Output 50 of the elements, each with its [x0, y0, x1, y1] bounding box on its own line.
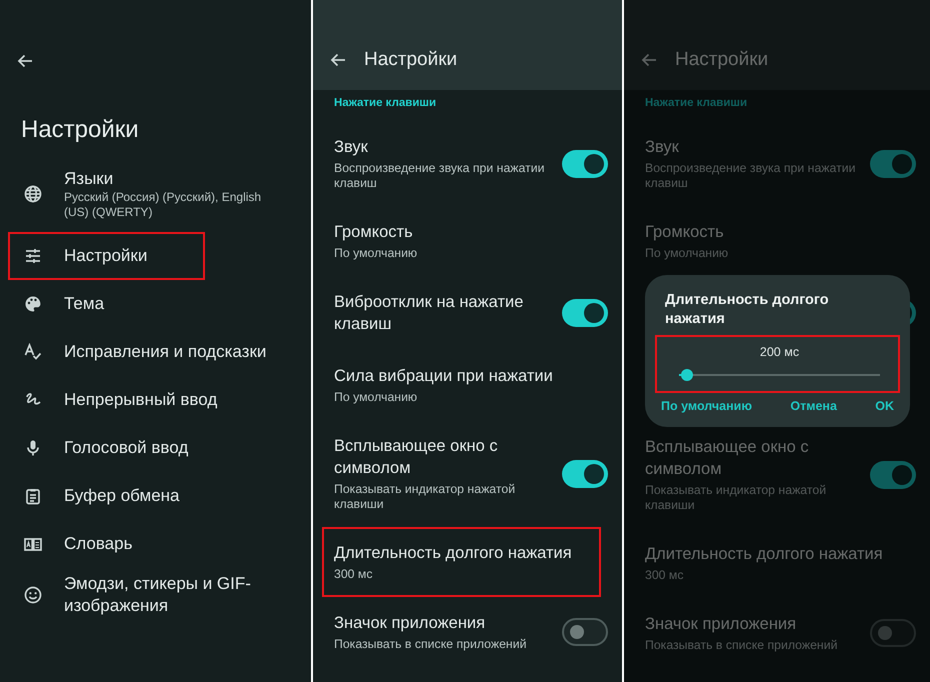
dialog-button[interactable]: По умолчанию	[659, 397, 754, 415]
palette-icon	[24, 295, 42, 313]
dialog-title: Длительность долгого нажатия	[665, 291, 830, 329]
menu-item[interactable]: Словарь	[8, 520, 297, 568]
menu-item[interactable]: Буфер обмена	[8, 472, 297, 520]
preference-item[interactable]: Значок приложения Показывать в списке приложений	[322, 597, 610, 667]
menu-item[interactable]: Языки Русский (Россия) (Русский), English (US) (QWERTY)	[8, 156, 297, 232]
preference-item[interactable]: Громкость По умолчанию	[633, 206, 918, 276]
menu-item[interactable]: Настройки	[8, 232, 205, 280]
dialog-button[interactable]: OK	[873, 397, 896, 415]
screen-title: Настройки	[364, 49, 458, 71]
preference-item[interactable]: Всплывающее окно с символом Показывать индикатор нажатой клавиши	[633, 421, 918, 528]
preference-item[interactable]: Длительность долгого нажатия 300 мс	[322, 527, 601, 597]
menu-item[interactable]: Эмодзи, стикеры и GIF-изображения	[8, 568, 297, 622]
toggle-switch[interactable]	[562, 618, 608, 646]
menu-item[interactable]: Непрерывный ввод	[8, 376, 297, 424]
section-header: Нажатие клавиши	[334, 97, 438, 109]
dialog-button[interactable]: Отмена	[788, 397, 839, 415]
menu-item[interactable]: Голосовой ввод	[8, 424, 297, 472]
spellcheck-icon	[24, 343, 42, 361]
toggle-switch[interactable]	[870, 150, 916, 178]
menu-item[interactable]: Тема	[8, 280, 297, 328]
toggle-switch[interactable]	[870, 619, 916, 647]
preference-item[interactable]: Всплывающее окно с символом Показывать индикатор нажатой клавиши	[322, 420, 610, 527]
globe-icon	[24, 185, 42, 203]
slider[interactable]	[679, 369, 880, 381]
menu-item[interactable]: Исправления и подсказки	[8, 328, 297, 376]
preference-item[interactable]: Звук Воспроизведение звука при нажатии клавиш	[633, 121, 918, 206]
toggle-switch[interactable]	[870, 460, 916, 488]
preference-item[interactable]: Длительность долгого нажатия 300 мс	[633, 528, 918, 598]
clipboard-icon	[24, 487, 42, 505]
microphone-icon	[24, 439, 42, 457]
preference-item[interactable]: Звук Воспроизведение звука при нажатии клавиш	[322, 121, 610, 206]
preference-item[interactable]: Сила вибрации при нажатии По умолчанию	[322, 350, 610, 420]
preference-item[interactable]: Виброотклик на нажатие клавиш	[322, 276, 610, 350]
screen-title: Настройки	[675, 49, 768, 71]
sliders-icon	[24, 247, 42, 265]
preference-item[interactable]: Значок приложения Показывать в списке приложений	[633, 598, 918, 668]
slider-value: 200 мс	[760, 345, 800, 359]
smiley-icon	[24, 586, 42, 604]
back-arrow-icon[interactable]	[17, 54, 33, 68]
slider-thumb[interactable]	[681, 369, 694, 381]
book-icon	[24, 535, 42, 553]
screen-title: Настройки	[21, 116, 140, 144]
toggle-switch[interactable]	[562, 299, 608, 327]
toggle-switch[interactable]	[562, 460, 608, 488]
toggle-switch[interactable]	[562, 150, 608, 178]
back-arrow-icon[interactable]	[330, 53, 346, 67]
section-header: Нажатие клавиши	[645, 97, 748, 109]
preference-item[interactable]: Громкость По умолчанию	[322, 206, 610, 276]
